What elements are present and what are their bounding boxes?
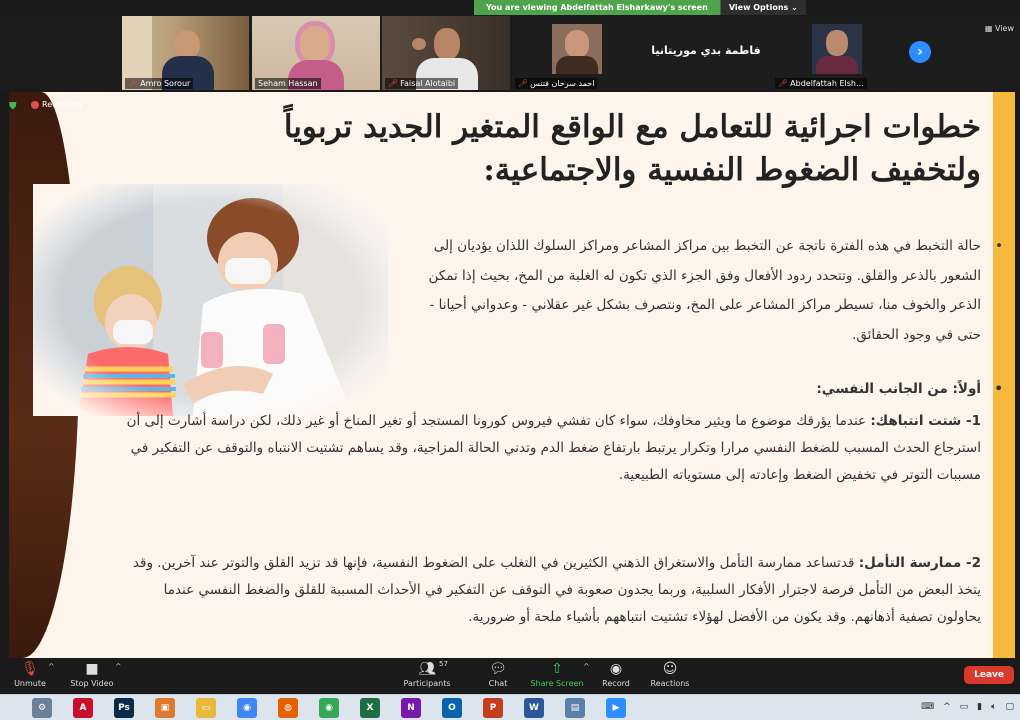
participant-strip: 🎤︎ Amro Sorour Seham Hassan 🎤︎ Faisal Alot… [0,16,1020,90]
smiley-icon: ☺ [662,661,678,677]
system-tray: ⌨ ^ ▭ ▮ 🔈︎ ▢ [921,702,1014,712]
explorer-icon[interactable]: ▭ [196,698,216,718]
participant-tile[interactable]: فاطمة بدي موريتانيا [642,16,770,90]
participants-icon: 👥︎ [418,661,436,677]
view-options-button[interactable]: View Options ⌄ [719,0,806,15]
word-icon[interactable]: W [524,698,544,718]
participant-name-tag: 🎤︎ Amro Sorour [125,78,194,89]
video-options-caret[interactable]: ^ [115,662,122,671]
tray-arrow-icon[interactable]: ^ [943,702,951,712]
view-button[interactable]: ▦ View [985,24,1014,33]
participant-tile[interactable]: 🎤︎ احمد سرحان فتنس [512,16,640,90]
meeting-toolbar: 🎙︎ Unmute ^ ■ Stop Video ^ 👥︎ Participan… [0,658,1020,694]
record-dot-icon [31,100,39,109]
numbered-paragraph: 2- ممارسة التأمل: قدتساعد ممارسة التأمل … [132,555,981,625]
display-icon[interactable]: ▭ [960,702,969,712]
network-icon[interactable]: ▮ [977,702,982,712]
participant-tile[interactable]: 🎤︎ Faisal Alotaibi [382,16,510,90]
chrome-alt-icon[interactable]: ◉ [319,698,339,718]
onenote-icon[interactable]: N [401,698,421,718]
outlook-icon[interactable]: O [442,698,462,718]
windows-taskbar: ⚙ A Ps ▣ ▭ ◉ ◍ ◉ X N O P W ▤ ▶ ⌨ ^ ▭ ▮ 🔈︎ ▢ [0,694,1020,720]
muted-mic-icon: 🎤︎ [518,79,529,88]
muted-mic-icon: 🎤︎ [128,79,139,88]
participant-name-tag: Seham Hassan [255,78,321,89]
bullet-icon: • [995,238,1003,254]
grid-icon: ▦ [984,24,993,33]
participant-name-tag: 🎤︎ احمد سرحان فتنس [515,78,598,89]
recording-indicator[interactable]: Recording [31,100,82,109]
participants-button[interactable]: 👥︎ Participants [397,660,457,690]
share-screen-icon: ⇧ [551,661,563,677]
record-button[interactable]: ◉ Record [586,660,646,690]
muted-mic-icon: 🎤︎ [388,79,399,88]
firefox-icon[interactable]: ◍ [278,698,298,718]
muted-mic-icon: 🎤︎ [778,79,789,88]
presentation-slide: خطوات اجرائية للتعامل مع الواقع المتغير … [9,92,1015,658]
reactions-button[interactable]: ☺ Reactions [640,660,700,690]
stop-video-button[interactable]: ■ Stop Video [62,660,122,690]
bullet-paragraph: • حالة التخبط في هذه الفترة ناتجة عن الت… [421,232,1003,350]
window-icon[interactable]: ▤ [565,698,585,718]
share-screen-button[interactable]: ⇧ Share Screen [527,660,587,690]
top-banner: You are viewing Abdelfattah Elsharkawy's… [0,0,1020,16]
chevron-right-icon: › [917,44,923,60]
photos-icon[interactable]: ▣ [155,698,175,718]
slide-title: خطوات اجرائية للتعامل مع الواقع المتغير … [283,109,981,188]
leave-button[interactable]: Leave [964,666,1014,684]
excel-icon[interactable]: X [360,698,380,718]
participant-name-tag: 🎤︎ Faisal Alotaibi [385,78,459,89]
photoshop-icon[interactable]: Ps [114,698,134,718]
volume-icon[interactable]: 🔈︎ [991,702,996,712]
audio-options-caret[interactable]: ^ [48,662,55,671]
next-page-button[interactable]: › [909,41,931,63]
participant-tile[interactable]: Seham Hassan [252,16,380,90]
section-heading: • أولاً: من الجانب النفسي: [681,374,1003,404]
video-camera-icon: ■ [85,661,99,677]
acrobat-icon[interactable]: A [73,698,93,718]
bullet-icon: • [994,381,1003,397]
numbered-paragraph: 1- شتت انتباهك: عندما يؤرقك موضوع ما ويث… [126,413,981,483]
participant-name-display: فاطمة بدي موريتانيا [651,44,761,57]
viewing-screen-label: You are viewing Abdelfattah Elsharkawy's… [474,0,720,15]
keyboard-icon[interactable]: ⌨ [921,702,934,712]
system-icon[interactable]: ⚙ [32,698,52,718]
slide-photo [33,184,388,416]
security-shield-icon[interactable]: ⛊ [9,101,17,112]
participant-tile[interactable]: 🎤︎ Amro Sorour [122,16,249,90]
zoom-icon[interactable]: ▶ [606,698,626,718]
record-icon: ◉ [609,661,623,677]
notification-icon[interactable]: ▢ [1005,702,1014,712]
chat-button[interactable]: 💬︎ Chat [468,660,528,690]
shared-screen: خطوات اجرائية للتعامل مع الواقع المتغير … [0,90,1020,658]
participant-name-tag: 🎤︎ Abdelfattah Elsh... [775,78,867,89]
mother-child-image [33,184,388,416]
chrome-icon[interactable]: ◉ [237,698,257,718]
chat-icon: 💬︎ [489,661,507,677]
participant-tile[interactable]: 🎤︎ Abdelfattah Elsh... [772,16,900,90]
participants-count: 57 [439,660,448,668]
powerpoint-icon[interactable]: P [483,698,503,718]
